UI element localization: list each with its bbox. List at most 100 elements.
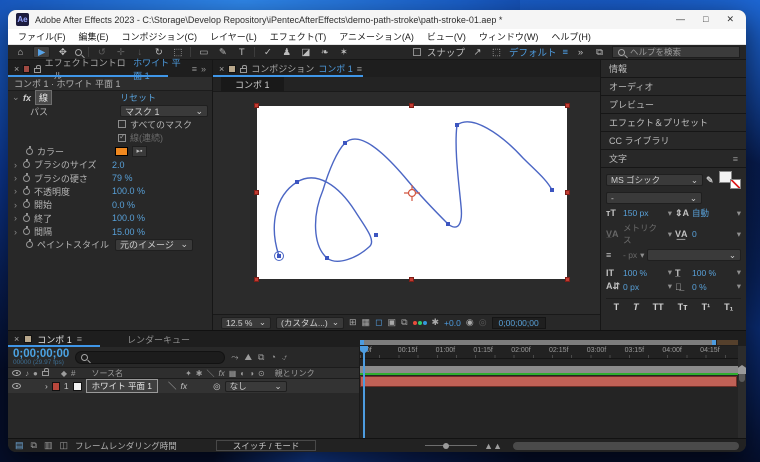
tracking-value[interactable]: 0 xyxy=(692,229,734,239)
faux-italic-button[interactable]: T xyxy=(630,302,642,312)
effect-name[interactable]: 線 xyxy=(35,90,52,105)
type-tool-icon[interactable]: T xyxy=(235,46,248,59)
exposure-value[interactable]: +0.0 xyxy=(444,318,461,328)
stroke-sequentially-checkbox[interactable] xyxy=(118,134,126,142)
source-name-column[interactable]: ソース名 xyxy=(91,368,123,379)
guide-layers-icon[interactable]: ⧉ xyxy=(401,317,407,328)
font-style-dropdown[interactable]: - ⌄ xyxy=(606,192,702,204)
timeline-zoom-slider[interactable] xyxy=(425,445,477,446)
panel-menu-icon[interactable]: ≡ xyxy=(192,64,197,74)
chevron-down-icon[interactable]: ▾ xyxy=(668,229,672,240)
close-button[interactable]: ✕ xyxy=(726,14,734,25)
property-value[interactable]: 100.0 % xyxy=(112,186,145,196)
stopwatch-icon[interactable] xyxy=(23,201,30,208)
property-value[interactable]: 15.00 % xyxy=(112,227,145,237)
region-of-interest-icon[interactable]: ⬚ xyxy=(490,46,503,59)
preview-timecode[interactable]: 0;00;00;00 xyxy=(492,317,546,329)
twirl-icon[interactable]: › xyxy=(12,200,19,210)
twirl-icon[interactable]: › xyxy=(12,186,19,196)
transparency-grid-icon[interactable]: ▦ xyxy=(362,317,371,328)
twirl-icon[interactable]: › xyxy=(12,160,19,170)
stopwatch-icon[interactable] xyxy=(26,148,33,155)
mask-visibility-icon[interactable]: ◻ xyxy=(375,317,382,328)
zoom-tool-icon[interactable] xyxy=(75,49,82,56)
composition-canvas[interactable] xyxy=(257,106,567,279)
chevron-down-icon[interactable]: ▾ xyxy=(737,208,741,219)
font-size-value[interactable]: 150 px xyxy=(623,208,665,218)
chevron-down-icon[interactable]: ▾ xyxy=(668,267,672,278)
paint-style-dropdown[interactable]: 元のイメージ ⌄ xyxy=(115,239,193,251)
path-vertex[interactable] xyxy=(295,180,299,184)
maximize-button[interactable]: □ xyxy=(703,14,708,25)
graph-editor-icon[interactable]: ⍻ xyxy=(282,352,287,363)
toolbar-overflow-chevron[interactable]: » xyxy=(574,46,587,59)
pen-tool-icon[interactable]: ✎ xyxy=(216,46,229,59)
rectangle-tool-icon[interactable]: ▭ xyxy=(197,46,210,59)
horizontal-scrollbar[interactable] xyxy=(513,442,739,450)
all-caps-button[interactable]: TT xyxy=(650,302,667,312)
property-value[interactable]: 0.0 % xyxy=(112,200,135,210)
stopwatch-icon[interactable] xyxy=(23,215,30,222)
tab-overflow-chevron[interactable]: » xyxy=(201,64,206,74)
small-caps-button[interactable]: Tᴛ xyxy=(675,302,691,312)
composition-tab-title[interactable]: コンポジション xyxy=(251,62,314,75)
horizontal-scale-value[interactable]: 100 % xyxy=(692,268,734,278)
home-tool-icon[interactable]: ⌂ xyxy=(14,46,27,59)
roto-brush-tool-icon[interactable]: ❧ xyxy=(318,46,331,59)
twirl-icon[interactable]: ⌄ xyxy=(12,92,19,103)
lock-icon[interactable] xyxy=(240,68,247,73)
twirl-icon[interactable]: › xyxy=(12,227,19,237)
panel-close-icon[interactable]: × xyxy=(14,64,19,74)
vertical-scale-value[interactable]: 100 % xyxy=(623,268,665,278)
panel-menu-icon[interactable]: ≡ xyxy=(733,154,738,164)
panel-preview[interactable]: プレビュー xyxy=(601,96,746,113)
panel-character-header[interactable]: 文字 ≡ xyxy=(601,150,746,167)
panel-audio[interactable]: オーディオ xyxy=(601,78,746,95)
stroke-color-swatch[interactable] xyxy=(115,147,128,156)
panel-cc-libraries[interactable]: CC ライブラリ xyxy=(601,132,746,149)
fill-stroke-swatches[interactable] xyxy=(719,171,741,189)
stopwatch-icon[interactable] xyxy=(23,228,30,235)
time-ruler[interactable]: :00f 00:15f 01:00f 01:15f 02:00f 02:15f … xyxy=(360,346,738,359)
workspace-menu-icon[interactable]: ≡ xyxy=(562,47,568,58)
composition-viewer[interactable] xyxy=(213,92,600,314)
path-vertex[interactable] xyxy=(325,256,329,260)
panel-close-icon[interactable]: × xyxy=(14,334,19,344)
exposure-gear-icon[interactable]: ✱ xyxy=(432,317,440,328)
eraser-tool-icon[interactable]: ◪ xyxy=(299,46,312,59)
twirl-icon[interactable]: › xyxy=(12,213,19,223)
path-vertex[interactable] xyxy=(550,188,554,192)
work-area-bar[interactable] xyxy=(360,340,716,345)
menu-effect[interactable]: エフェクト(T) xyxy=(270,30,327,43)
eyedropper-icon[interactable]: ▸▪ xyxy=(132,146,147,157)
property-value[interactable]: 100.0 % xyxy=(112,213,145,223)
region-of-interest-icon[interactable]: ▣ xyxy=(388,317,397,328)
selection-handle[interactable] xyxy=(565,190,570,195)
path-vertex[interactable] xyxy=(374,233,378,237)
stroke-width-value[interactable]: - px xyxy=(623,250,637,260)
brush-tool-icon[interactable]: ✓ xyxy=(261,46,274,59)
panel-menu-icon[interactable]: ≡ xyxy=(357,64,362,74)
anchor-point-crosshair-icon[interactable] xyxy=(404,185,420,201)
path-vertex[interactable] xyxy=(343,141,347,145)
parent-link-column[interactable]: 親とリンク xyxy=(275,368,315,379)
baseline-shift-value[interactable]: 0 px xyxy=(623,282,665,292)
path-vertex[interactable] xyxy=(277,254,281,258)
panel-menu-icon[interactable]: ≡ xyxy=(77,334,82,344)
superscript-button[interactable]: T¹ xyxy=(699,302,714,312)
selection-handle[interactable] xyxy=(565,103,570,108)
parent-column-icon[interactable]: ◫ xyxy=(59,440,68,451)
chevron-down-icon[interactable]: ▾ xyxy=(640,250,644,261)
selection-handle[interactable] xyxy=(254,190,259,195)
twirl-icon[interactable]: › xyxy=(12,173,19,183)
stopwatch-icon[interactable] xyxy=(23,161,30,168)
menu-window[interactable]: ウィンドウ(W) xyxy=(479,30,539,43)
show-snapshot-icon[interactable]: ◎ xyxy=(479,317,487,328)
timeline-tab-comp1[interactable]: コンポ 1 xyxy=(37,333,72,346)
clone-stamp-tool-icon[interactable]: ♟ xyxy=(280,46,293,59)
layer-visibility-eye-icon[interactable] xyxy=(12,383,21,389)
share-screen-icon[interactable]: ⧉ xyxy=(593,46,606,59)
menu-edit[interactable]: 編集(E) xyxy=(79,30,109,43)
snapshot-camera-icon[interactable]: ◉ xyxy=(466,317,474,328)
panel-close-icon[interactable]: × xyxy=(219,64,224,74)
